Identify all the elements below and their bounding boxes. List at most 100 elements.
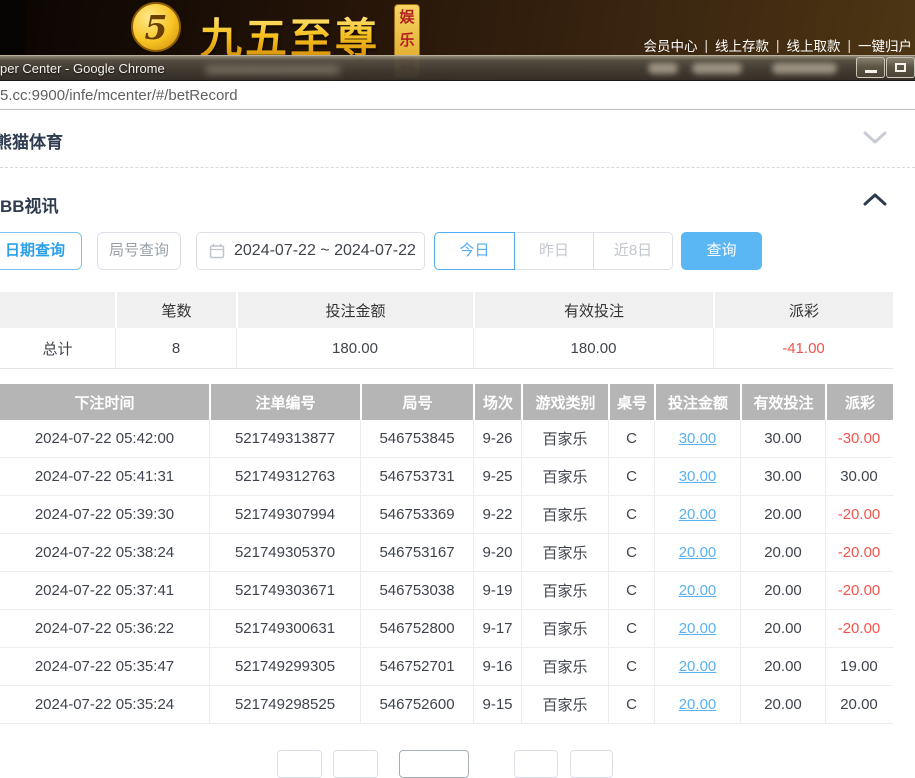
cell-table-no: C [608,610,654,647]
cell-game-type: 百家乐 [521,610,608,647]
bet-amount-link[interactable]: 20.00 [679,696,717,713]
cell-session: 9-25 [473,458,521,495]
search-button[interactable]: 查询 [681,232,762,270]
table-row: 2024-07-22 05:36:22 521749300631 5467528… [0,610,893,648]
chevron-up-icon[interactable] [863,192,887,211]
cell-round-id: 546753731 [360,458,473,495]
section-panda-sports[interactable]: 熊猫体育 [0,128,63,153]
cell-payout: -20.00 [825,610,892,647]
pagination-button[interactable] [570,750,613,778]
cell-payout: 30.00 [825,458,892,495]
cell-valid-bet: 20.00 [740,610,825,647]
bet-amount-link[interactable]: 20.00 [679,658,717,675]
cell-session: 9-15 [473,686,521,723]
bet-amount-link[interactable]: 30.00 [679,430,717,447]
cell-round-id: 546752701 [360,648,473,685]
table-header-row: 下注时间 注单编号 局号 场次 游戏类别 桌号 投注金额 有效投注 派彩 [0,384,893,420]
date-range-input[interactable]: 2024-07-22 ~ 2024-07-22 [196,232,425,270]
cell-session: 9-16 [473,648,521,685]
pagination-button[interactable] [333,750,378,778]
blurred-account-info [692,63,742,74]
cell-payout: 19.00 [825,648,892,685]
cell-session: 9-20 [473,534,521,571]
summary-header-valid-bet: 有效投注 [475,292,713,328]
cell-round-id: 546753369 [360,496,473,533]
cell-bet-id: 521749303671 [209,572,360,609]
cell-bet-id: 521749313877 [209,420,360,457]
nav-online-withdraw[interactable]: 线上取款 [786,35,840,55]
cell-payout: -20.00 [825,496,892,533]
window-title: per Center - Google Chrome [0,61,165,76]
cell-game-type: 百家乐 [521,572,608,609]
bet-amount-link[interactable]: 20.00 [679,544,717,561]
bet-amount-link[interactable]: 20.00 [679,582,717,599]
summary-total-row: 总计 8 180.00 180.00 -41.00 [0,328,893,369]
yesterday-button[interactable]: 昨日 [515,232,594,270]
cell-round-id: 546753038 [360,572,473,609]
minimize-button[interactable] [856,57,885,78]
nav-member-center[interactable]: 会员中心 [643,35,697,55]
cell-valid-bet: 30.00 [740,420,825,457]
cell-valid-bet: 20.00 [740,572,825,609]
header-bet-time: 下注时间 [0,384,209,420]
cell-valid-bet: 20.00 [740,496,825,533]
cell-bet-time: 2024-07-22 05:36:22 [0,610,209,647]
minimize-icon [865,70,877,73]
header-table-no: 桌号 [610,384,654,420]
cell-payout: -20.00 [825,572,892,609]
summary-header-count: 笔数 [117,292,236,328]
cell-round-id: 546752800 [360,610,473,647]
bet-amount-link[interactable]: 20.00 [679,620,717,637]
cell-bet-id: 521749300631 [209,610,360,647]
cell-table-no: C [608,496,654,533]
cell-game-type: 百家乐 [521,458,608,495]
blurred-account-info [648,63,678,74]
chevron-down-icon[interactable] [863,130,887,149]
cell-session: 9-26 [473,420,521,457]
cell-game-type: 百家乐 [521,648,608,685]
cell-round-id: 546752600 [360,686,473,723]
cell-table-no: C [608,572,654,609]
cell-payout: 20.00 [825,686,892,723]
maximize-button[interactable] [886,57,915,78]
blurred-account-info [772,63,837,74]
address-bar[interactable]: 5.cc:9900/infe/mcenter/#/betRecord [0,81,915,110]
pagination-button[interactable] [277,750,322,778]
pagination-page-select[interactable] [399,750,469,778]
header-payout: 派彩 [827,384,893,420]
nav-one-key-transfer[interactable]: 一键归户 [858,35,912,55]
cell-bet-time: 2024-07-22 05:38:24 [0,534,209,571]
pagination-button[interactable] [514,750,558,778]
pagination [0,750,915,758]
summary-total-label: 总计 [0,328,115,368]
nav-online-deposit[interactable]: 线上存款 [715,35,769,55]
summary-payout: -41.00 [713,328,893,368]
table-row: 2024-07-22 05:39:30 521749307994 5467533… [0,496,893,534]
summary-bet-amount: 180.00 [236,328,473,368]
bet-amount-link[interactable]: 20.00 [679,506,717,523]
cell-payout: -30.00 [825,420,892,457]
bet-amount-link[interactable]: 30.00 [679,468,717,485]
cell-payout: -20.00 [825,534,892,571]
section-bb-video[interactable]: BB视讯 [0,192,59,217]
cell-valid-bet: 20.00 [740,648,825,685]
cell-bet-time: 2024-07-22 05:35:47 [0,648,209,685]
round-query-tab[interactable]: 局号查询 [97,232,181,270]
cell-game-type: 百家乐 [521,496,608,533]
cell-round-id: 546753167 [360,534,473,571]
last-8-days-button[interactable]: 近8日 [594,232,673,270]
header-game-type: 游戏类别 [523,384,608,420]
cell-bet-time: 2024-07-22 05:35:24 [0,686,209,723]
section-divider [0,167,915,168]
today-button[interactable]: 今日 [434,232,515,270]
header-round-id: 局号 [362,384,473,420]
cell-bet-time: 2024-07-22 05:42:00 [0,420,209,457]
summary-table: 笔数 投注金额 有效投注 派彩 总计 8 180.00 180.00 -41.0… [0,292,893,369]
nav-separator: | [704,38,708,53]
cell-game-type: 百家乐 [521,534,608,571]
badge-char: 乐 [399,29,414,52]
cell-table-no: C [608,648,654,685]
date-query-tab[interactable]: 日期查询 [0,232,82,270]
table-row: 2024-07-22 05:35:47 521749299305 5467527… [0,648,893,686]
bet-record-page: 熊猫体育 BB视讯 日期查询 局号查询 2024-07-22 ~ 2024-07… [0,110,915,758]
